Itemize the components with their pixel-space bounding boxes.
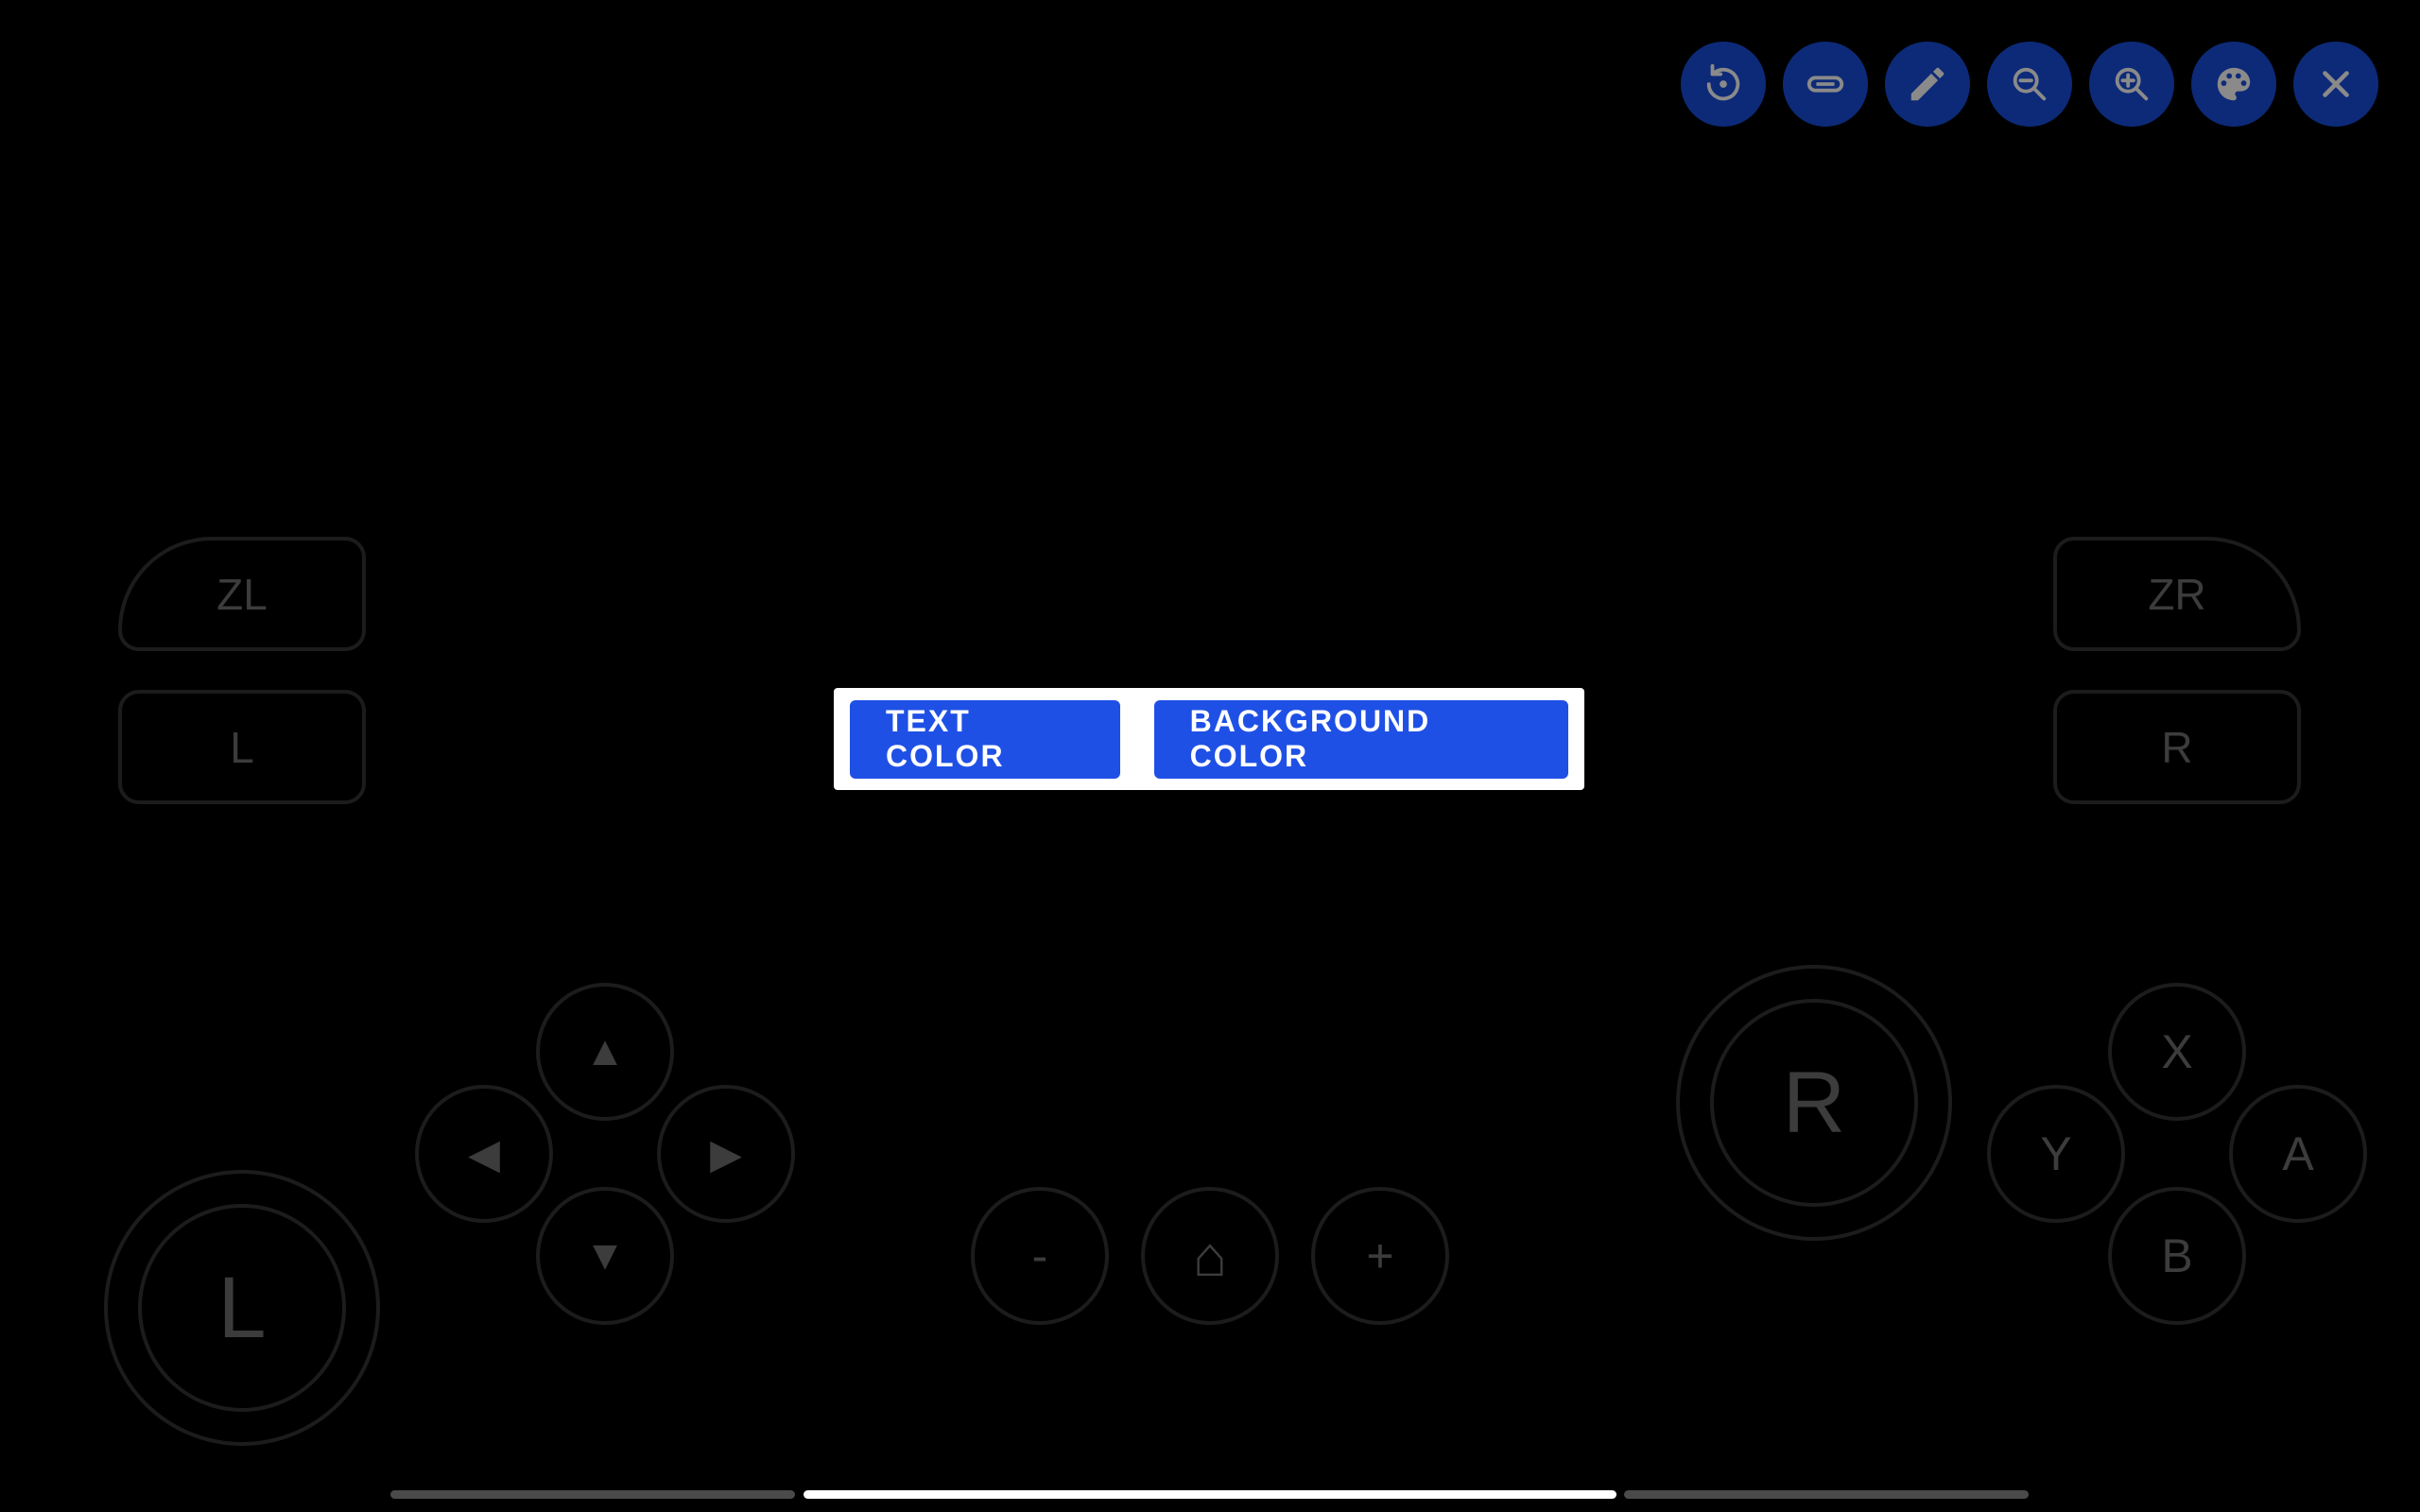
bottom-tab-indicator	[0, 1490, 2420, 1500]
x-button[interactable]: X	[2108, 983, 2246, 1121]
y-button[interactable]: Y	[1987, 1085, 2125, 1223]
close-icon	[2323, 71, 2349, 97]
dpad-right-button[interactable]: ▶	[657, 1085, 795, 1223]
edit-button[interactable]	[1885, 42, 1970, 127]
color-choice-dialog: TEXT COLOR BACKGROUND COLOR	[834, 688, 1584, 790]
left-stick-knob: L	[138, 1204, 346, 1412]
dpad-up-button[interactable]: ▲	[536, 983, 674, 1121]
toggle-controls-icon	[1806, 76, 1844, 93]
emulator-overlay-screen: ZL L ZR R L ▲ ◀ ▶ ▼ - ⌂ + R X Y A B TEXT…	[0, 0, 2420, 1512]
zoom-out-button[interactable]	[1987, 42, 2072, 127]
right-stick-knob: R	[1710, 999, 1918, 1207]
zl-button[interactable]: ZL	[118, 537, 366, 651]
edit-icon	[1910, 67, 1945, 101]
plus-button[interactable]: +	[1311, 1187, 1449, 1325]
reset-icon	[1706, 63, 1740, 101]
tab-indicator-active[interactable]	[804, 1490, 1616, 1499]
r-button[interactable]: R	[2053, 690, 2301, 804]
dpad-down-button[interactable]: ▼	[536, 1187, 674, 1325]
home-button[interactable]: ⌂	[1141, 1187, 1279, 1325]
right-stick[interactable]: R	[1676, 965, 1952, 1241]
a-button[interactable]: A	[2229, 1085, 2367, 1223]
zoom-out-icon	[2013, 67, 2047, 101]
overlay-toolbar	[1681, 42, 2378, 127]
b-button[interactable]: B	[2108, 1187, 2246, 1325]
palette-icon	[2217, 67, 2251, 101]
reset-button[interactable]	[1681, 42, 1766, 127]
palette-button[interactable]	[2191, 42, 2276, 127]
tab-indicator-right[interactable]	[1624, 1490, 2029, 1499]
tab-indicator-left[interactable]	[390, 1490, 795, 1499]
close-button[interactable]	[2293, 42, 2378, 127]
toggle-controls-button[interactable]	[1783, 42, 1868, 127]
left-stick[interactable]: L	[104, 1170, 380, 1446]
zoom-in-icon	[2115, 67, 2149, 101]
zoom-in-button[interactable]	[2089, 42, 2174, 127]
l-button[interactable]: L	[118, 690, 366, 804]
dpad-left-button[interactable]: ◀	[415, 1085, 553, 1223]
zr-button[interactable]: ZR	[2053, 537, 2301, 651]
minus-button[interactable]: -	[971, 1187, 1109, 1325]
background-color-button[interactable]: BACKGROUND COLOR	[1153, 699, 1568, 779]
text-color-button[interactable]: TEXT COLOR	[850, 699, 1120, 779]
